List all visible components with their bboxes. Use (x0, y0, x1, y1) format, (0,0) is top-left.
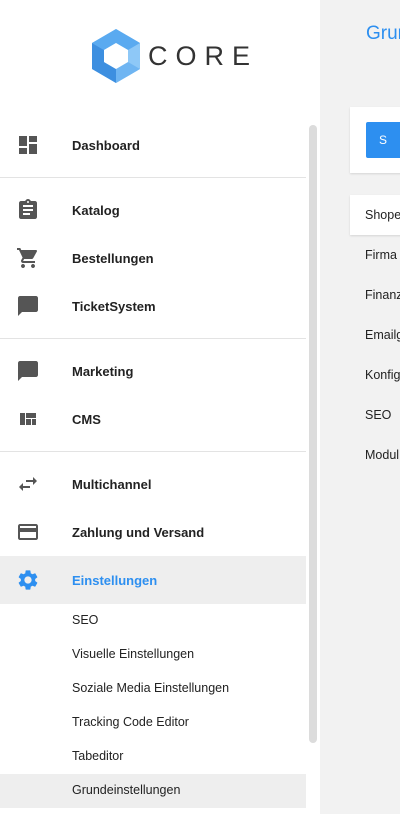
tab-shope[interactable]: Shope (350, 195, 400, 235)
subnav-item-tracking-code-editor[interactable]: Tracking Code Editor (0, 706, 306, 740)
tab-label: Konfig (365, 368, 400, 382)
nav-label: Zahlung und Versand (72, 524, 205, 540)
tab-firma[interactable]: Firma (350, 235, 400, 275)
nav-divider (0, 177, 306, 178)
tab-modul[interactable]: Modul (350, 435, 400, 475)
nav-item-zahlung-und-versand[interactable]: Zahlung und Versand (0, 508, 306, 556)
tab-label: Modul (365, 448, 400, 462)
sidebar-scrollbar[interactable] (309, 125, 317, 743)
main-content: Grun S Shope Firma Finanz Emailg Konfig … (320, 0, 400, 814)
sidebar: CORE Dashboard Katalog Bestellungen Tick… (0, 0, 320, 814)
subnav-label: SEO (72, 613, 99, 627)
tab-finanz[interactable]: Finanz (350, 275, 400, 315)
nav-item-cms[interactable]: CMS (0, 395, 306, 443)
subnav-label: Soziale Media Einstellungen (72, 681, 230, 695)
page-title: Grun (366, 23, 400, 44)
nav-divider (0, 338, 306, 339)
nav-divider (0, 451, 306, 452)
subnav-item-visuelle-einstellungen[interactable]: Visuelle Einstellungen (0, 638, 306, 672)
nav-label: Katalog (72, 202, 120, 218)
layout-icon (20, 413, 36, 425)
dashboard-icon (19, 136, 37, 154)
nav-item-dashboard[interactable]: Dashboard (0, 121, 306, 169)
settings-tabs: Shope Firma Finanz Emailg Konfig SEO Mod… (350, 195, 400, 475)
clipboard-icon (19, 199, 37, 219)
subnav-label: Tabeditor (72, 749, 124, 763)
subnav-label: Grundeinstellungen (72, 783, 181, 797)
core-logo[interactable]: CORE (88, 27, 250, 87)
nav-label: Dashboard (72, 137, 140, 153)
subnav-item-soziale-media-einstellungen[interactable]: Soziale Media Einstellungen (0, 672, 306, 706)
tab-konfig[interactable]: Konfig (350, 355, 400, 395)
action-card: S (350, 107, 400, 173)
brand-name: CORE (148, 41, 259, 71)
tab-label: Shope (365, 208, 400, 222)
swap-arrows-icon (19, 477, 37, 491)
nav-item-marketing[interactable]: Marketing (0, 347, 306, 395)
chat-icon (18, 361, 38, 381)
nav-item-ticketsystem[interactable]: TicketSystem (0, 282, 306, 330)
tab-emailg[interactable]: Emailg (350, 315, 400, 355)
subnav-label: Visuelle Einstellungen (72, 647, 195, 661)
tab-label: Finanz (365, 288, 400, 302)
nav-label: TicketSystem (72, 298, 156, 314)
nav-label: CMS (72, 411, 101, 427)
nav-item-multichannel[interactable]: Multichannel (0, 460, 306, 508)
main-navigation: Dashboard Katalog Bestellungen TicketSys… (0, 121, 306, 808)
nav-label: Einstellungen (72, 572, 158, 588)
logo-hexagon-icon (92, 29, 140, 83)
tab-seo[interactable]: SEO (350, 395, 400, 435)
credit-card-icon (18, 524, 38, 540)
subnav-item-tabeditor[interactable]: Tabeditor (0, 740, 306, 774)
chat-icon (18, 296, 38, 316)
subnav-item-seo[interactable]: SEO (0, 604, 306, 638)
nav-label: Bestellungen (72, 250, 154, 266)
tab-label: Emailg (365, 328, 400, 342)
nav-label: Marketing (72, 363, 134, 379)
tab-label: Firma (365, 248, 397, 262)
cart-icon (17, 248, 38, 268)
nav-item-katalog[interactable]: Katalog (0, 186, 306, 234)
tab-label: SEO (365, 408, 392, 422)
nav-item-bestellungen[interactable]: Bestellungen (0, 234, 306, 282)
primary-action-button[interactable]: S (366, 122, 400, 158)
subnav-item-grundeinstellungen[interactable]: Grundeinstellungen (0, 774, 306, 808)
nav-item-einstellungen[interactable]: Einstellungen (0, 556, 306, 604)
gear-icon (18, 570, 38, 590)
subnav-label: Tracking Code Editor (72, 715, 189, 729)
nav-label: Multichannel (72, 476, 152, 492)
